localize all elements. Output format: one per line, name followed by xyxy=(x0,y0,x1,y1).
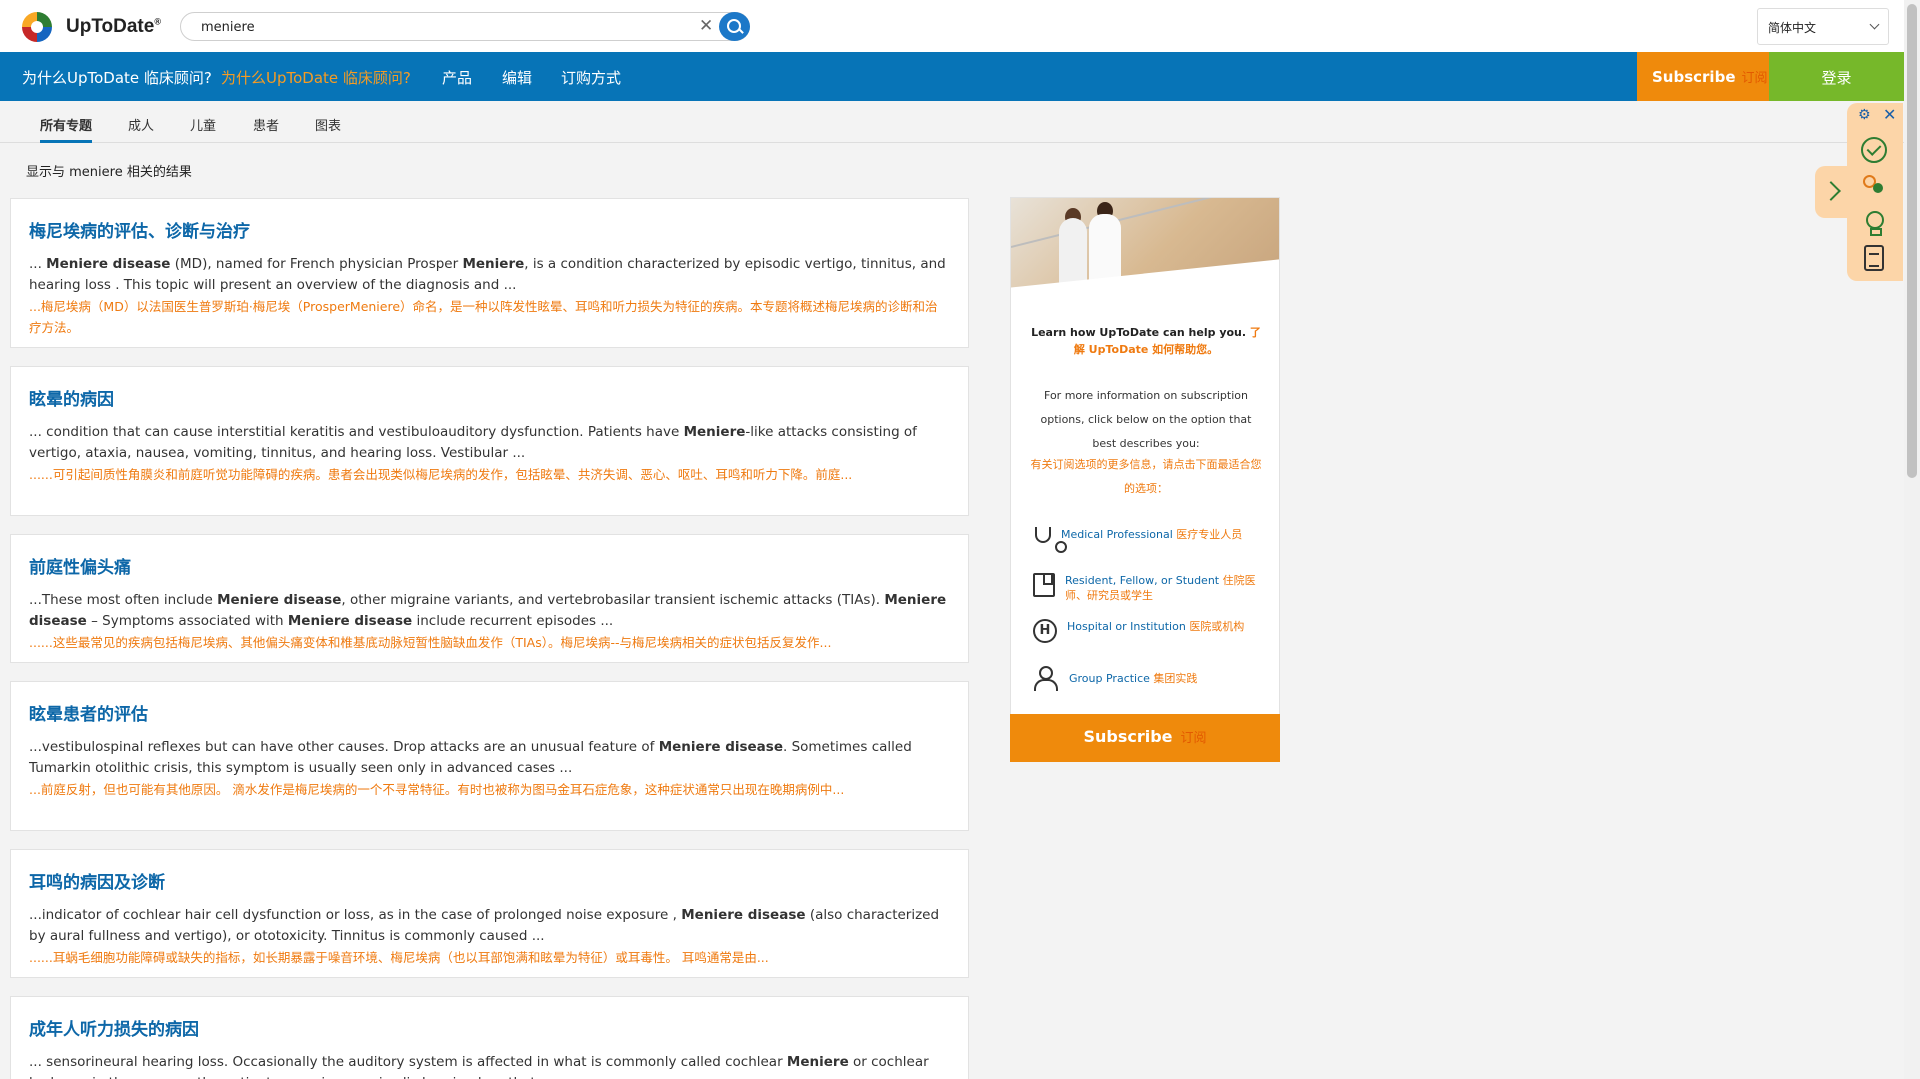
option-hospital-institution[interactable]: H Hospital or Institution 医院或机构 xyxy=(1033,619,1273,643)
tab-adult[interactable]: 成人 xyxy=(128,115,154,143)
registered-mark: ® xyxy=(154,16,161,27)
page-scrollbar[interactable] xyxy=(1904,0,1920,1079)
subscribe-label-translation: 订阅 xyxy=(1741,71,1768,86)
nav-products[interactable]: 产品 xyxy=(442,67,472,88)
result-title[interactable]: 耳鸣的病因及诊断 xyxy=(29,868,950,893)
tab-pediatric[interactable]: 儿童 xyxy=(190,115,216,143)
option-medical-professional[interactable]: Medical Professional 医疗专业人员 xyxy=(1033,527,1273,553)
result-snippet-translation: ......这些最常见的疾病包括梅尼埃病、其他偏头痛变体和椎基底动脉短暂性脑缺血… xyxy=(29,635,832,650)
login-button[interactable]: 登录 xyxy=(1769,52,1904,101)
result-snippet-translation: ......耳蜗毛细胞功能障碍或缺失的指标，如长期暴露于噪音环境、梅尼埃病（也以… xyxy=(29,950,769,965)
scrollbar-thumb[interactable] xyxy=(1907,4,1917,478)
result-title[interactable]: 成年人听力损失的病因 xyxy=(29,1015,950,1040)
option-resident-fellow-student[interactable]: Resident, Fellow, or Student 住院医师、研究员或学生 xyxy=(1033,573,1273,603)
search-button[interactable] xyxy=(719,12,750,41)
promo-info-text: For more information on subscription opt… xyxy=(1040,389,1252,450)
result-card: 成年人听力损失的病因 ... sensorineural hearing los… xyxy=(10,996,969,1079)
result-snippet: ...indicator of cochlear hair cell dysfu… xyxy=(29,907,940,944)
hospital-icon: H xyxy=(1033,619,1057,643)
result-snippet-translation: ......可引起间质性角膜炎和前庭听觉功能障碍的疾病。患者会出现类似梅尼埃病的… xyxy=(29,467,853,482)
lightbulb-icon[interactable] xyxy=(1861,209,1887,236)
result-card: 耳鸣的病因及诊断 ...indicator of cochlear hair c… xyxy=(10,849,969,978)
promo-subscribe-button[interactable]: Subscribe 订阅 xyxy=(1010,714,1280,762)
result-snippet-translation: ...梅尼埃病（MD）以法国医生普罗斯珀·梅尼埃（ProsperMeniere）… xyxy=(29,299,938,335)
logo-icon xyxy=(22,12,52,42)
nav-why-uptodate[interactable]: 为什么UpToDate 临床顾问? xyxy=(22,67,212,88)
promo-learn-text: Learn how UpToDate can help you. 了解 UpTo… xyxy=(1031,326,1261,356)
search-box: ✕ xyxy=(180,12,750,41)
clear-search-icon[interactable]: ✕ xyxy=(699,16,713,36)
result-title[interactable]: 前庭性偏头痛 xyxy=(29,553,950,578)
subscribe-button[interactable]: Subscribe 订阅 xyxy=(1637,52,1769,101)
nav-purchase[interactable]: 订购方式 xyxy=(561,67,621,88)
topic-tabs: 所有专题 成人 儿童 患者 图表 xyxy=(0,101,1904,143)
search-input[interactable] xyxy=(201,17,681,37)
result-title[interactable]: 眩晕的病因 xyxy=(29,385,950,410)
nav-editorial[interactable]: 编辑 xyxy=(502,67,532,88)
result-snippet: ... sensorineural hearing loss. Occasion… xyxy=(29,1054,929,1079)
results-heading: 显示与 meniere 相关的结果 xyxy=(26,165,192,180)
result-snippet: ... Meniere disease (MD), named for Fren… xyxy=(29,256,946,293)
doctors-photo xyxy=(1011,198,1279,296)
side-toolbar: ⚙ ✕ xyxy=(1847,103,1903,281)
result-snippet: ...vestibulospinal reflexes but can have… xyxy=(29,739,912,776)
book-icon xyxy=(1033,573,1055,597)
check-circle-icon[interactable] xyxy=(1861,137,1887,163)
result-card: 梅尼埃病的评估、诊断与治疗 ... Meniere disease (MD), … xyxy=(10,198,969,348)
stethoscope-icon xyxy=(1035,527,1067,553)
main-nav: 为什么UpToDate 临床顾问? 为什么UpToDate 临床顾问? 产品 编… xyxy=(0,52,1904,101)
uptodate-logo[interactable]: UpToDate® xyxy=(22,12,161,42)
people-icon[interactable] xyxy=(1861,173,1887,199)
result-snippet: ... condition that can cause interstitia… xyxy=(29,424,917,461)
logo-text: UpToDate xyxy=(66,16,155,37)
top-header: UpToDate® ✕ 简体中文 xyxy=(0,0,1904,52)
tab-patient[interactable]: 患者 xyxy=(253,115,279,143)
gear-icon[interactable]: ⚙ xyxy=(1858,107,1871,123)
result-card: 前庭性偏头痛 ...These most often include Menie… xyxy=(10,534,969,663)
chevron-down-icon xyxy=(1869,19,1880,30)
result-title[interactable]: 梅尼埃病的评估、诊断与治疗 xyxy=(29,217,950,242)
promo-info-translation: 有关订阅选项的更多信息，请点击下面最适合您的选项： xyxy=(1030,458,1262,495)
language-select[interactable]: 简体中文 xyxy=(1757,8,1889,45)
tab-all-topics[interactable]: 所有专题 xyxy=(40,115,93,143)
result-snippet-translation: ...前庭反射，但也可能有其他原因。 滴水发作是梅尼埃病的一个不寻常特征。有时也… xyxy=(29,782,845,797)
nav-why-uptodate-translation[interactable]: 为什么UpToDate 临床顾问? xyxy=(221,67,411,88)
subscribe-label: Subscribe xyxy=(1652,68,1736,86)
clipboard-icon[interactable] xyxy=(1864,245,1884,271)
language-value: 简体中文 xyxy=(1768,21,1817,35)
expand-toolbar-button[interactable] xyxy=(1815,166,1847,218)
close-icon[interactable]: ✕ xyxy=(1883,105,1896,124)
group-icon xyxy=(1033,666,1059,692)
result-title[interactable]: 眩晕患者的评估 xyxy=(29,700,950,725)
result-card: 眩晕患者的评估 ...vestibulospinal reflexes but … xyxy=(10,681,969,831)
tab-graphics[interactable]: 图表 xyxy=(315,115,341,143)
subscription-promo-panel: Learn how UpToDate can help you. 了解 UpTo… xyxy=(1010,197,1280,762)
result-card: 眩晕的病因 ... condition that can cause inter… xyxy=(10,366,969,516)
result-snippet: ...These most often include Meniere dise… xyxy=(29,592,947,629)
option-group-practice[interactable]: Group Practice 集团实践 xyxy=(1033,666,1273,692)
